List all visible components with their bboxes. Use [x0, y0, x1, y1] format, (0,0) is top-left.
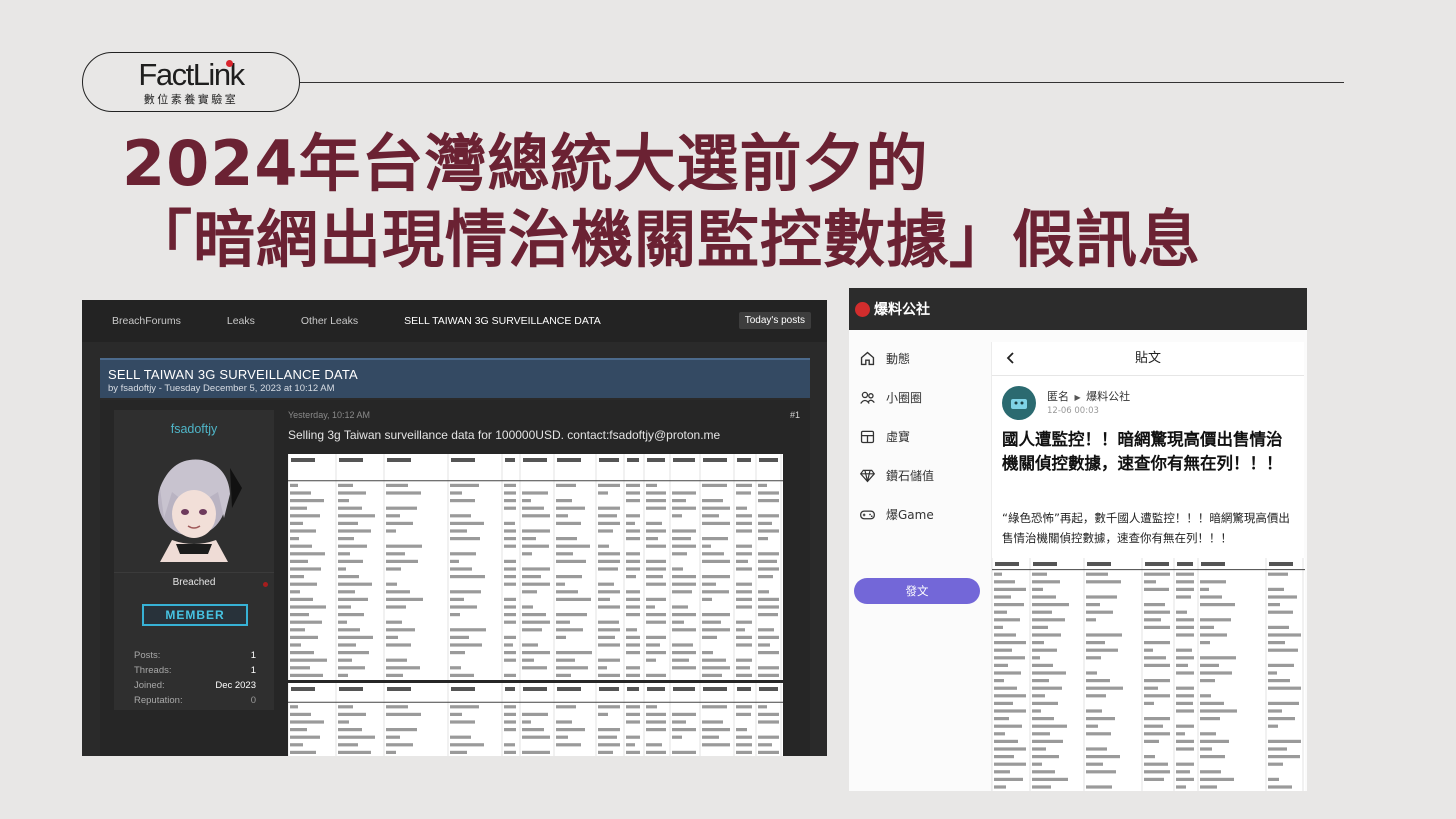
stat-joined: Joined: Dec 2023 — [134, 680, 256, 695]
avatar — [132, 448, 256, 562]
sidebar-item-game[interactable]: 爆Game — [859, 506, 934, 523]
caret-right-icon: ▶ — [1074, 393, 1081, 402]
username-link[interactable]: fsadoftjy — [114, 422, 274, 436]
post-time: 12-06 00:03 — [1047, 406, 1099, 416]
stat-value: 0 — [250, 695, 256, 706]
post-container: fsadoftjy Breached MEMBER Posts: 1 Threa… — [100, 400, 810, 756]
diamond-icon — [859, 469, 876, 483]
panel-title: 貼文 — [1134, 351, 1161, 366]
sidebar-item-treasure[interactable]: 虛寶 — [859, 428, 910, 445]
breadcrumb-breachforums[interactable]: BreachForums — [112, 315, 181, 327]
spreadsheet-screenshot — [288, 683, 783, 756]
logo-subtitle: 數位素養實驗室 — [143, 93, 239, 106]
sidebar-item-diamond[interactable]: 鑽石儲值 — [859, 467, 934, 484]
stat-value: 1 — [250, 665, 256, 676]
document-image — [992, 558, 1305, 791]
stat-posts: Posts: 1 — [134, 650, 256, 665]
baoliao-screenshot: 爆料公社 動態 小圈圈 虛寶 鑽石儲值 爆Game 發文 貼文 匿名 ▶ 爆料公… — [849, 288, 1307, 791]
author-name[interactable]: 匿名 — [1047, 390, 1069, 403]
headline-line-1: 2024年台灣總統大選前夕的 — [122, 127, 929, 200]
header-rule — [300, 82, 1344, 83]
stat-label: Threads: — [134, 665, 172, 676]
status-text: Breached — [172, 577, 216, 588]
sidebar-label: 爆Game — [886, 508, 934, 522]
sidebar: 動態 小圈圈 虛寶 鑽石儲值 爆Game 發文 — [849, 330, 989, 791]
logo-wordmark: FactLink — [138, 57, 245, 93]
thread-header: SELL TAIWAN 3G SURVEILLANCE DATA by fsad… — [100, 358, 810, 398]
thread-title: SELL TAIWAN 3G SURVEILLANCE DATA — [108, 367, 358, 382]
stat-value: Dec 2023 — [215, 680, 256, 691]
back-arrow-icon[interactable] — [1004, 351, 1018, 365]
post-number-link[interactable]: #1 — [790, 410, 800, 420]
gamepad-icon — [860, 510, 875, 520]
user-profile-card: fsadoftjy Breached MEMBER Posts: 1 Threa… — [114, 410, 274, 710]
todays-posts-button[interactable]: Today's posts — [738, 312, 811, 329]
avatar[interactable] — [1002, 386, 1036, 420]
new-post-button[interactable]: 發文 — [854, 578, 980, 604]
offline-dot-icon — [263, 582, 268, 587]
sidebar-label: 虛寶 — [886, 430, 911, 444]
breadcrumb-leaks[interactable]: Leaks — [227, 315, 255, 327]
group-icon — [860, 391, 875, 404]
stat-label: Joined: — [134, 680, 165, 691]
stat-reputation: Reputation: 0 — [134, 695, 256, 710]
post-panel: 貼文 匿名 ▶ 爆料公社 12-06 00:03 國人遭監控！！暗網驚現高價出售… — [991, 342, 1305, 791]
spreadsheet-screenshot — [288, 454, 783, 680]
stat-threads: Threads: 1 — [134, 665, 256, 680]
stat-value: 1 — [250, 650, 256, 661]
sidebar-label: 動態 — [886, 352, 911, 366]
breadcrumb: BreachForums Leaks Other Leaks SELL TAIW… — [82, 300, 827, 342]
headline-line-2: 「暗網出現情治機關監控數據」假訊息 — [130, 203, 1202, 276]
sidebar-label: 鑽石儲值 — [886, 469, 935, 483]
post-date: Yesterday, 10:12 AM — [288, 410, 371, 420]
member-badge: MEMBER — [142, 604, 248, 626]
user-stats: Posts: 1 Threads: 1 Joined: Dec 2023 Reputa… — [134, 650, 256, 710]
stat-label: Reputation: — [134, 695, 183, 706]
home-icon — [860, 351, 875, 366]
sidebar-item-groups[interactable]: 小圈圈 — [859, 389, 922, 406]
breadcrumb-other-leaks[interactable]: Other Leaks — [301, 315, 358, 327]
breadcrumb-current-thread: SELL TAIWAN 3G SURVEILLANCE DATA — [404, 315, 601, 327]
post-title: 國人遭監控！！暗網驚現高價出售情治機關偵控數據，速查你有無在列！！！ — [1002, 430, 1283, 473]
author-line: 匿名 ▶ 爆料公社 — [1047, 388, 1130, 404]
post-body: “綠色恐怖”再起，數千國人遭監控！！！暗網驚現高價出售情治機關偵控數據，速查你有… — [1002, 511, 1290, 545]
treasure-icon — [860, 430, 875, 444]
stat-label: Posts: — [134, 650, 161, 661]
sidebar-item-feed[interactable]: 動態 — [859, 350, 910, 367]
breachforums-screenshot: BreachForums Leaks Other Leaks SELL TAIW… — [82, 300, 827, 756]
brand-name[interactable]: 爆料公社 — [874, 299, 930, 319]
factlink-logo: FactLink 數位素養實驗室 — [82, 52, 300, 112]
status-label: Breached — [114, 572, 274, 588]
baoliao-logo-icon — [855, 301, 870, 317]
post-text: Selling 3g Taiwan surveillance data for … — [288, 428, 721, 442]
thread-meta: by fsadoftjy - Tuesday December 5, 2023 … — [108, 383, 335, 394]
top-bar: 爆料公社 — [849, 288, 1307, 330]
sidebar-label: 小圈圈 — [886, 391, 923, 405]
group-name[interactable]: 爆料公社 — [1086, 390, 1130, 403]
panel-header: 貼文 — [992, 342, 1304, 376]
